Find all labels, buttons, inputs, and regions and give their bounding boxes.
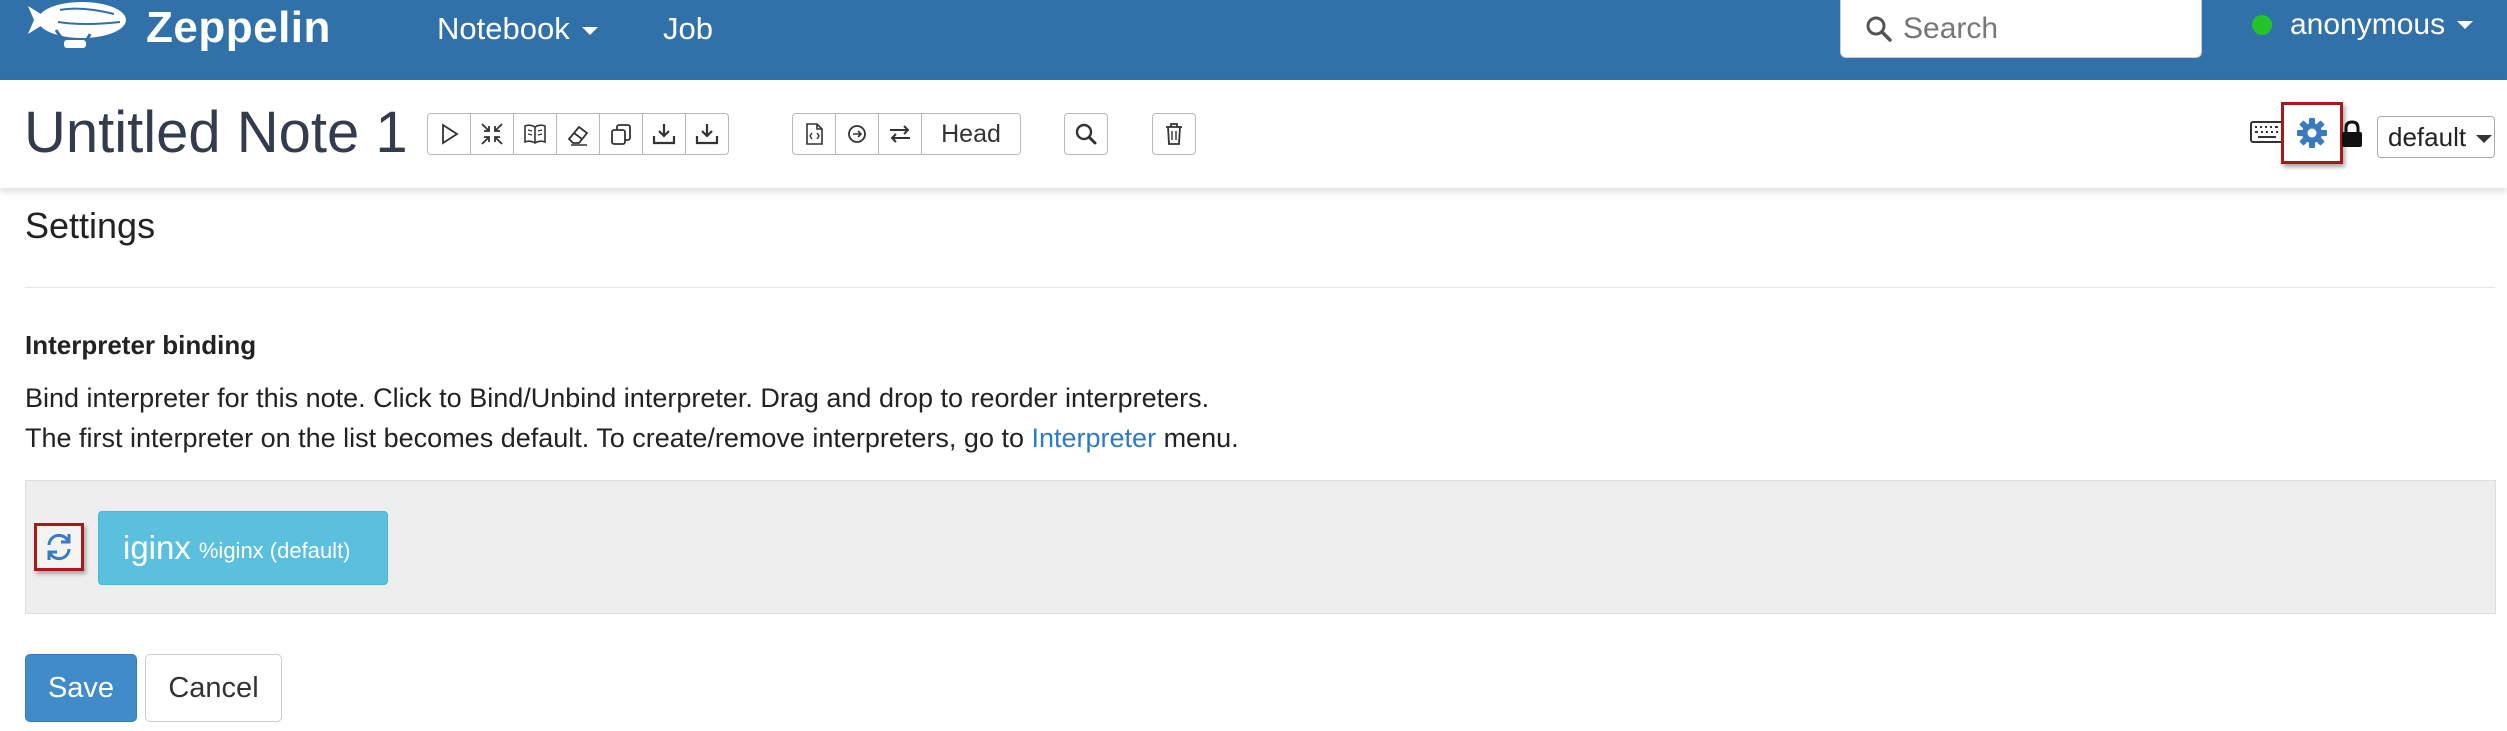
restart-interpreter-button[interactable]: [34, 523, 84, 571]
compare-revisions-button[interactable]: [878, 113, 922, 155]
version-control-button[interactable]: [792, 113, 836, 155]
export-ipynb-button[interactable]: [685, 113, 729, 155]
commit-icon: [848, 125, 866, 143]
version-control-group: Head: [792, 113, 1021, 155]
top-navbar: Zeppelin Notebook Job anonymous: [0, 0, 2507, 80]
job-menu[interactable]: Job: [663, 0, 713, 58]
toggle-output-button[interactable]: [513, 113, 557, 155]
note-title[interactable]: Untitled Note 1: [24, 98, 408, 168]
brand-name[interactable]: Zeppelin: [146, 0, 331, 56]
search-icon: [1866, 16, 1892, 42]
settings-divider: [25, 287, 2495, 288]
export-icon: [695, 124, 719, 145]
note-action-bar: Untitled Note 1 Head default: [0, 80, 2507, 188]
interpreter-detail: %iginx (default): [198, 538, 351, 563]
book-icon: [524, 124, 546, 144]
copy-icon: [611, 124, 631, 145]
interpreter-link[interactable]: Interpreter: [1032, 423, 1157, 453]
user-menu[interactable]: anonymous: [2252, 0, 2474, 50]
trash-icon: [1166, 123, 1182, 145]
clone-note-button[interactable]: [599, 113, 643, 155]
commit-button[interactable]: [835, 113, 879, 155]
interpreter-name: iginx: [123, 529, 191, 566]
version-icon: [806, 123, 823, 145]
download-icon: [652, 124, 676, 145]
settings-heading: Settings: [25, 205, 156, 246]
search-code-button[interactable]: [1064, 113, 1108, 155]
export-json-button[interactable]: [642, 113, 686, 155]
search-code-group: [1064, 113, 1108, 155]
chevron-down-icon: [2457, 21, 2474, 29]
clear-output-button[interactable]: [556, 113, 600, 155]
zeppelin-logo-icon: [28, 2, 126, 48]
username: anonymous: [2290, 8, 2446, 41]
toggle-code-button[interactable]: [470, 113, 514, 155]
interpreter-binding-list: iginx %iginx (default): [25, 480, 2496, 614]
interpreter-binding-heading: Interpreter binding: [25, 330, 257, 360]
chevron-down-icon: [581, 26, 598, 35]
run-all-icon: [442, 123, 459, 145]
keyboard-shortcuts-icon[interactable]: [2250, 120, 2284, 144]
search-icon: [1075, 123, 1097, 145]
collapse-icon: [481, 123, 503, 145]
compare-icon: [890, 125, 910, 143]
chevron-down-icon: [2476, 135, 2493, 144]
notebook-menu[interactable]: Notebook: [437, 0, 598, 58]
binding-description-line2: The first interpreter on the list become…: [25, 423, 1239, 454]
description-text-end: menu.: [1156, 423, 1239, 453]
refresh-icon: [47, 533, 71, 561]
interpreter-binding-button[interactable]: iginx %iginx (default): [98, 511, 388, 585]
interpreter-default-dropdown[interactable]: default: [2377, 116, 2495, 158]
eraser-icon: [567, 125, 589, 146]
zeppelin-logo[interactable]: [24, 0, 132, 58]
search-box[interactable]: [1840, 0, 2202, 58]
gear-icon: [2297, 118, 2327, 148]
interpreter-default-value: default: [2388, 122, 2467, 152]
interpreter-settings-button[interactable]: [2281, 102, 2343, 164]
save-button[interactable]: Save: [25, 654, 137, 722]
binding-description-line1: Bind interpreter for this note. Click to…: [25, 383, 1210, 413]
description-text: The first interpreter on the list become…: [25, 423, 1032, 453]
paragraph-actions-group: [427, 113, 729, 155]
revision-head-button[interactable]: Head: [921, 113, 1021, 155]
notebook-menu-label: Notebook: [437, 11, 570, 46]
run-all-button[interactable]: [427, 113, 471, 155]
remove-note-group: [1152, 113, 1196, 155]
cancel-button[interactable]: Cancel: [145, 654, 282, 722]
remove-note-button[interactable]: [1152, 113, 1196, 155]
search-input[interactable]: [1901, 10, 2195, 47]
online-status-icon: [2252, 15, 2272, 35]
permissions-lock-icon[interactable]: [2340, 120, 2364, 148]
